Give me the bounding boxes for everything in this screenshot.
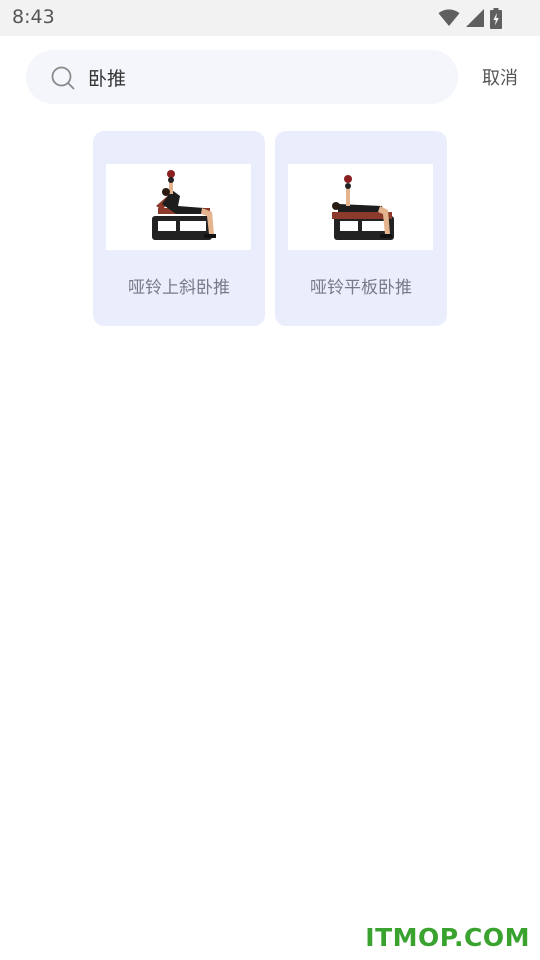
search-icon <box>51 66 75 90</box>
result-card[interactable]: 哑铃上斜卧推 <box>93 131 265 326</box>
result-card-title: 哑铃上斜卧推 <box>128 278 230 298</box>
cell-signal-icon <box>466 9 484 27</box>
search-bar-row: 取消 <box>0 36 540 120</box>
battery-charging-icon <box>490 7 502 29</box>
search-results: 哑铃上斜卧推 哑铃平板卧推 <box>93 131 447 326</box>
status-bar: 8:43 <box>0 0 540 36</box>
status-time: 8:43 <box>12 6 55 28</box>
incline-dumbbell-press-illustration <box>106 164 251 250</box>
wifi-icon <box>438 9 460 26</box>
flat-dumbbell-press-illustration <box>288 164 433 250</box>
search-input[interactable] <box>88 59 428 95</box>
result-card[interactable]: 哑铃平板卧推 <box>275 131 447 326</box>
watermark: ITMOP.COM <box>365 923 530 952</box>
cancel-button[interactable]: 取消 <box>472 62 528 92</box>
status-icons <box>438 7 502 29</box>
search-box[interactable] <box>26 50 458 104</box>
result-card-title: 哑铃平板卧推 <box>310 278 412 298</box>
